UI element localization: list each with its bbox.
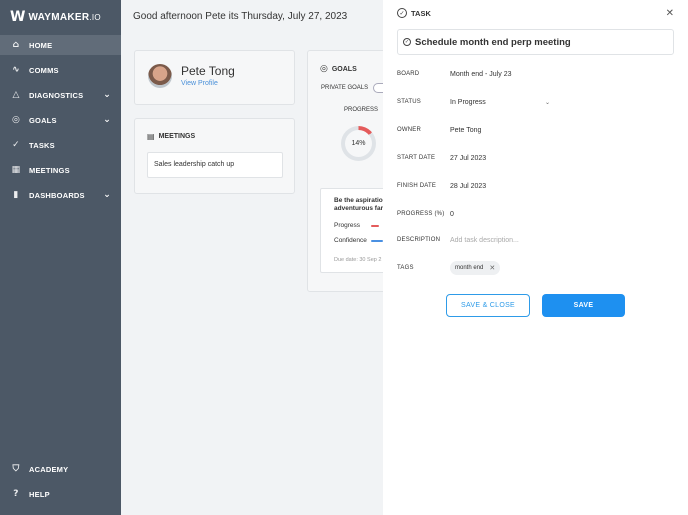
chevron-down-icon: ⌄ xyxy=(103,190,111,200)
calendar-icon: ▦ xyxy=(11,165,21,175)
progress-label: PROGRESS (%) xyxy=(397,211,445,217)
finish-date-label: FINISH DATE xyxy=(397,183,437,189)
meeting-item[interactable]: Sales leadership catch up xyxy=(147,152,283,178)
progress-field[interactable]: 0 xyxy=(450,211,454,218)
chevron-down-icon: ⌄ xyxy=(103,90,111,100)
progress-label: PROGRESS xyxy=(344,107,379,113)
goal-title: Be the aspiratio xyxy=(334,197,383,204)
sidebar-item-meetings[interactable]: ▦ MEETINGS xyxy=(0,160,121,180)
description-field[interactable]: Add task description... xyxy=(450,237,519,244)
status-label: STATUS xyxy=(397,99,421,105)
sidebar-item-label: GOALS xyxy=(29,115,57,125)
meetings-card: ▤ MEETINGS Sales leadership catch up xyxy=(134,118,295,194)
goals-title: GOALS xyxy=(331,65,357,73)
avatar[interactable] xyxy=(148,64,172,88)
description-label: DESCRIPTION xyxy=(397,237,441,243)
pulse-icon: ∿ xyxy=(12,65,20,75)
progress-row: PROGRESS (%) 0 xyxy=(397,207,674,221)
home-icon: ⌂ xyxy=(12,40,20,50)
board-select[interactable]: Month end - July 23 xyxy=(450,71,511,78)
logo-suffix: .IO xyxy=(89,12,101,22)
save-button[interactable]: SAVE xyxy=(542,294,625,317)
private-goals-label: PRIVATE GOALS xyxy=(321,85,369,91)
sidebar-item-dashboards[interactable]: ▮ DASHBOARDS ⌄ xyxy=(0,185,121,205)
task-title-field[interactable]: ✓ Schedule month end perp meeting xyxy=(397,29,674,55)
goal-progress-bar xyxy=(371,225,379,227)
logo[interactable]: W WAYMAKER.IO xyxy=(10,9,101,25)
progress-ring: 14% xyxy=(341,126,376,161)
goal-progress-label: Progress xyxy=(334,222,361,229)
sidebar-item-goals[interactable]: ◎ GOALS ⌄ xyxy=(0,110,121,130)
task-title: Schedule month end perp meeting xyxy=(415,36,571,48)
goal-due-date: Due date: 30 Sep 2 xyxy=(334,257,382,263)
task-panel: ✓ TASK ✕ ✓ Schedule month end perp meeti… xyxy=(383,0,688,515)
board-row: BOARD Month end - July 23 xyxy=(397,67,674,81)
start-date-field[interactable]: 27 Jul 2023 xyxy=(450,155,486,162)
start-date-label: START DATE xyxy=(397,155,436,161)
sidebar-item-label: MEETINGS xyxy=(29,165,70,175)
sidebar-item-label: DIAGNOSTICS xyxy=(29,90,84,100)
sidebar-item-label: TASKS xyxy=(29,140,55,150)
triangle-icon: △ xyxy=(12,90,20,100)
description-row: DESCRIPTION Add task description... xyxy=(397,233,674,247)
logo-name: WAYMAKER xyxy=(28,11,90,23)
sidebar-item-label: HOME xyxy=(29,40,53,50)
greeting: Good afternoon Pete its Thursday, July 2… xyxy=(133,11,348,22)
owner-row: OWNER Pete Tong xyxy=(397,123,674,137)
view-profile-link[interactable]: View Profile xyxy=(181,80,218,87)
panel-header: TASK xyxy=(411,8,431,18)
check-circle-icon: ✓ xyxy=(403,38,411,46)
chevron-down-icon[interactable]: ⌄ xyxy=(545,99,550,106)
progress-percent: 14% xyxy=(345,130,372,157)
close-icon[interactable]: ✕ xyxy=(666,8,674,19)
status-select[interactable]: In Progress xyxy=(450,99,486,106)
goals-card: ◎ GOALS PRIVATE GOALS PROGRESS 14% Be th… xyxy=(307,50,383,292)
private-goals-toggle[interactable] xyxy=(373,83,383,93)
sidebar-item-tasks[interactable]: ✓ TASKS xyxy=(0,135,121,155)
sidebar-item-label: ACADEMY xyxy=(29,464,69,474)
owner-label: OWNER xyxy=(397,127,421,133)
goal-card[interactable]: Be the aspiratio adventurous far Progres… xyxy=(320,188,383,273)
sidebar-item-comms[interactable]: ∿ COMMS xyxy=(0,60,121,80)
shield-icon: ⛉ xyxy=(12,464,20,474)
profile-card: Pete Tong View Profile xyxy=(134,50,295,105)
save-and-close-button[interactable]: SAVE & CLOSE xyxy=(446,294,530,317)
goal-title-line-2: adventurous far xyxy=(334,205,383,213)
status-row: STATUS In Progress ⌄ xyxy=(397,95,674,109)
meetings-title: MEETINGS xyxy=(158,133,196,140)
target-icon: ◎ xyxy=(320,64,328,74)
tag-label: month end xyxy=(455,265,484,271)
sidebar-item-label: COMMS xyxy=(29,65,59,75)
goal-confidence-bar xyxy=(371,240,383,242)
sidebar-item-label: DASHBOARDS xyxy=(29,190,85,200)
check-circle-icon: ✓ xyxy=(397,8,407,18)
board-label: BOARD xyxy=(397,71,420,77)
finish-date-field[interactable]: 28 Jul 2023 xyxy=(450,183,486,190)
check-circle-icon: ✓ xyxy=(12,140,20,150)
tag-chip[interactable]: month end ✕ xyxy=(450,261,501,275)
main-content: Good afternoon Pete its Thursday, July 2… xyxy=(121,0,383,515)
finish-date-row: FINISH DATE 28 Jul 2023 xyxy=(397,179,674,193)
target-icon: ◎ xyxy=(11,115,21,125)
chevron-down-icon: ⌄ xyxy=(103,115,111,125)
help-icon: ? xyxy=(13,489,19,499)
owner-select[interactable]: Pete Tong xyxy=(450,127,481,134)
sidebar-item-help[interactable]: ? HELP xyxy=(0,484,121,504)
sidebar: W WAYMAKER.IO ⌂ HOME ∿ COMMS △ DIAGNOSTI… xyxy=(0,0,121,515)
tags-row: TAGS month end ✕ xyxy=(397,261,674,275)
goal-confidence-label: Confidence xyxy=(334,237,367,244)
calendar-icon: ▤ xyxy=(147,132,155,141)
bar-chart-icon: ▮ xyxy=(13,190,19,200)
start-date-row: START DATE 27 Jul 2023 xyxy=(397,151,674,165)
tags-label: TAGS xyxy=(397,265,414,271)
waymaker-logo-icon: W xyxy=(10,9,25,25)
sidebar-item-label: HELP xyxy=(29,489,50,499)
sidebar-item-academy[interactable]: ⛉ ACADEMY xyxy=(0,459,121,479)
remove-tag-icon[interactable]: ✕ xyxy=(489,264,495,272)
sidebar-item-diagnostics[interactable]: △ DIAGNOSTICS ⌄ xyxy=(0,85,121,105)
profile-name: Pete Tong xyxy=(181,64,235,78)
sidebar-item-home[interactable]: ⌂ HOME xyxy=(0,35,121,55)
